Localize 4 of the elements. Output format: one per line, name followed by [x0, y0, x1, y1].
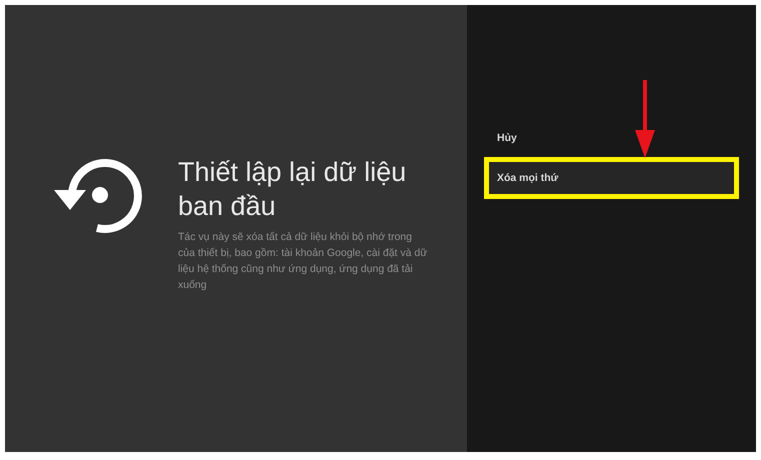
menu-option[interactable]: Xóa mọi thứ — [489, 162, 734, 194]
dialog-description: Tác vụ này sẽ xóa tất cả dữ liệu khỏi bộ nhớ trong của thiết bị, bao gồm: tài khoản Google, cài đặt và dữ liệu hệ thống cũng như ứng dụng, ứng dụng đã tải xuống — [178, 230, 428, 293]
menu-option[interactable]: Hủy — [489, 122, 734, 154]
dialog-title: Thiết lập lại dữ liệu ban đầu — [178, 156, 408, 223]
